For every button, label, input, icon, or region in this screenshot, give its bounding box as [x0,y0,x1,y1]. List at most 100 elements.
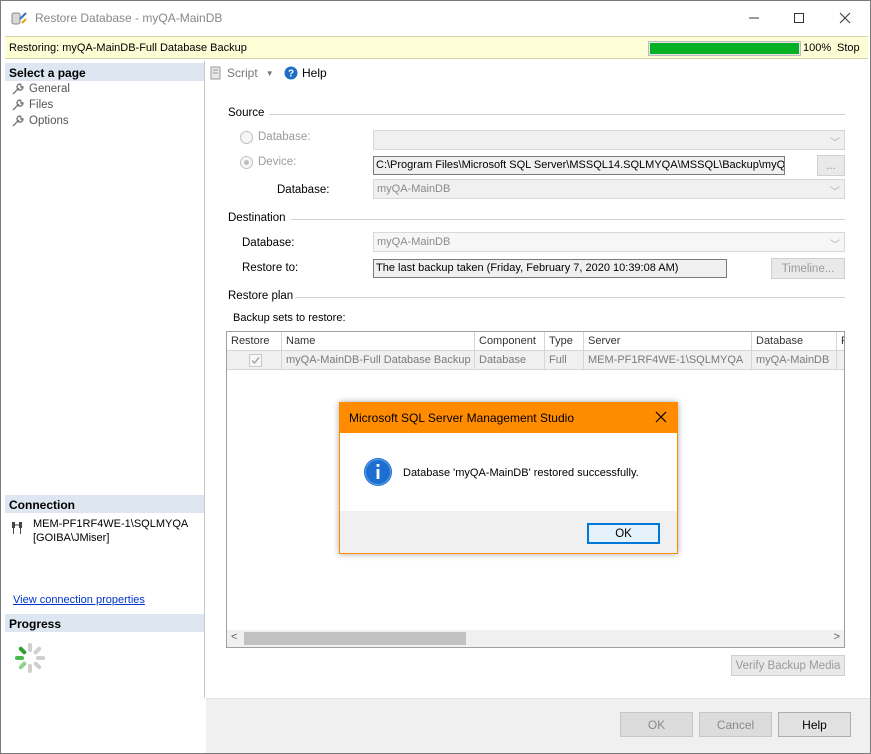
dialog-footer: OK [340,511,677,553]
window-title: Restore Database - myQA-MainDB [35,11,223,25]
cell-database: myQA-MainDB [752,351,837,370]
column-header-type[interactable]: Type [545,332,584,351]
page-options[interactable]: Options [11,113,69,129]
progress-spinner-icon [15,643,45,673]
page-files-label: Files [29,99,54,111]
chevron-down-icon: ﹀ [830,187,840,198]
cell-type: Full [545,351,584,370]
column-header-server[interactable]: Server [584,332,752,351]
minimize-icon [749,17,759,19]
destination-database-select[interactable]: myQA-MainDB ﹀ [373,232,845,252]
source-section-title: Source [228,107,265,119]
browse-device-button[interactable]: ... [817,155,845,176]
help-label: Help [302,66,327,80]
help-icon: ? [284,66,298,80]
title-bar: Restore Database - myQA-MainDB [1,1,870,35]
source-device-radio[interactable] [240,156,253,169]
script-button[interactable]: Script ▼ [209,66,274,80]
restore-plan-divider [295,297,845,298]
source-device-radio-label: Device: [258,156,297,168]
scroll-left-icon[interactable]: < [231,631,237,643]
restore-to-label: Restore to: [242,262,299,274]
page-options-label: Options [29,115,69,127]
connection-header: Connection [5,495,204,513]
cell-server: MEM-PF1RF4WE-1\SQLMYQA [584,351,752,370]
close-icon [839,12,851,24]
close-window-button[interactable] [822,1,868,35]
view-connection-properties-link[interactable]: View connection properties [13,594,145,606]
cell-component: Database [475,351,545,370]
maximize-icon [794,13,804,23]
connection-user: [GOIBA\JMiser] [33,532,110,544]
restore-database-window: Restore Database - myQA-MainDB Restoring… [0,0,871,754]
chevron-down-icon: ﹀ [830,138,840,149]
checkmark-icon [251,357,260,365]
chevron-down-icon: ﹀ [830,240,840,251]
connection-server: MEM-PF1RF4WE-1\SQLMYQA [33,518,189,530]
dialog-title: Microsoft SQL Server Management Studio [349,411,574,425]
column-header-name[interactable]: Name [282,332,475,351]
restore-progress-bar [648,41,801,56]
restore-to-field[interactable]: The last backup taken (Friday, February … [373,259,727,278]
wrench-icon [12,83,24,95]
connection-icon [12,522,22,534]
column-header-restore[interactable]: Restore [227,332,282,351]
device-path-field[interactable]: C:\Program Files\Microsoft SQL Server\MS… [373,156,785,175]
dialog-button-bar: OK Cancel Help [206,698,870,753]
script-label: Script [227,66,258,80]
ok-button[interactable]: OK [620,712,693,737]
select-page-header: Select a page [5,63,204,81]
help-bottom-button[interactable]: Help [778,712,851,737]
source-database-label: Database: [277,184,330,196]
column-header-database[interactable]: Database [752,332,837,351]
backup-sets-label: Backup sets to restore: [233,312,346,324]
restore-status-bar: Restoring: myQA-MainDB-Full Database Bac… [5,36,868,59]
page-files[interactable]: Files [11,97,53,113]
help-button[interactable]: ? Help [284,66,327,80]
script-dropdown-icon[interactable]: ▼ [266,69,274,78]
dialog-close-icon[interactable] [653,409,669,425]
cell-restore [227,351,282,370]
column-header-position[interactable]: P [837,332,844,351]
maximize-button[interactable] [776,1,822,35]
destination-database-label: Database: [242,237,295,249]
timeline-button[interactable]: Timeline... [771,258,845,279]
destination-divider [291,219,845,220]
grid-header-row: Restore Name Component Type Server Datab… [227,332,844,351]
info-icon [364,458,392,486]
page-general-label: General [29,83,70,95]
source-database-radio-label: Database: [258,131,311,143]
minimize-button[interactable] [731,1,777,35]
restore-database-app-icon [11,12,27,25]
source-database-value: myQA-MainDB [377,183,451,195]
cell-name: myQA-MainDB-Full Database Backup [282,351,475,370]
script-icon [210,66,221,80]
column-header-component[interactable]: Component [475,332,545,351]
left-pane: Select a page General Files Options Conn… [5,61,205,698]
verify-backup-media-button[interactable]: Verify Backup Media [731,655,845,676]
wrench-icon [12,115,24,127]
grid-horizontal-scrollbar[interactable]: < > [227,630,844,647]
svg-text:?: ? [288,69,294,80]
dialog-message: Database 'myQA-MainDB' restored successf… [403,467,639,479]
restore-checkbox[interactable] [249,354,262,367]
source-database-select[interactable]: myQA-MainDB ﹀ [373,179,845,199]
source-divider [269,114,845,115]
destination-section-title: Destination [228,212,286,224]
restore-plan-section-title: Restore plan [228,290,294,302]
table-row[interactable]: myQA-MainDB-Full Database Backup Databas… [227,351,844,370]
dialog-ok-button[interactable]: OK [587,523,660,544]
cancel-button[interactable]: Cancel [699,712,772,737]
scrollbar-thumb[interactable] [244,632,466,645]
source-database-combo[interactable]: ﹀ [373,130,845,150]
wrench-icon [12,99,24,111]
cell-position [837,351,844,370]
stop-link[interactable]: Stop [837,42,860,54]
progress-header: Progress [5,614,204,632]
source-database-radio[interactable] [240,131,253,144]
dialog-title-bar: Microsoft SQL Server Management Studio [340,403,677,433]
destination-database-value: myQA-MainDB [377,236,451,248]
scroll-right-icon[interactable]: > [834,631,840,643]
page-general[interactable]: General [11,81,70,97]
status-text: Restoring: myQA-MainDB-Full Database Bac… [9,42,247,54]
